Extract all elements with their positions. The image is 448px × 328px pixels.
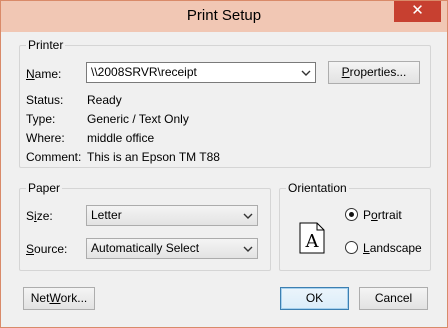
chevron-down-icon	[243, 246, 253, 252]
window-title: Print Setup	[186, 7, 262, 24]
source-label: Source:	[26, 242, 68, 256]
orientation-group-label: Orientation	[286, 181, 349, 195]
paper-size-combobox[interactable]: Letter	[86, 205, 258, 226]
paper-source-combobox[interactable]: Automatically Select	[86, 238, 258, 259]
properties-button[interactable]: Properties...	[328, 61, 420, 84]
close-button[interactable]: ✕	[394, 1, 441, 22]
close-icon: ✕	[411, 2, 424, 19]
size-label: Size:	[26, 209, 53, 223]
dialog-body: Printer Name: \\2008SRVR\receipt Propert…	[7, 32, 441, 321]
where-value: middle office	[87, 131, 155, 145]
chevron-down-icon	[243, 213, 253, 219]
type-value: Generic / Text Only	[87, 112, 189, 126]
printer-name-combobox[interactable]: \\2008SRVR\receipt	[86, 62, 316, 83]
status-value: Ready	[87, 93, 122, 107]
printer-group: Printer Name: \\2008SRVR\receipt Propert…	[19, 38, 431, 168]
comment-value: This is an Epson TM T88	[87, 150, 220, 164]
printer-name-value: \\2008SRVR\receipt	[91, 65, 197, 79]
printer-group-label: Printer	[26, 38, 66, 52]
page-portrait-icon: A	[299, 222, 325, 254]
preview-letter: A	[305, 231, 320, 252]
type-label: Type:	[26, 112, 56, 126]
paper-group: Paper Size: Letter Source: Automatically…	[19, 181, 271, 271]
name-label: Name:	[26, 67, 62, 81]
orientation-group: Orientation A Portrait Landscape	[279, 181, 431, 271]
status-label: Status:	[26, 93, 64, 107]
paper-group-label: Paper	[26, 181, 63, 195]
landscape-radio[interactable]	[345, 241, 358, 254]
title-bar[interactable]: Print Setup ✕	[1, 1, 447, 32]
print-setup-dialog: Print Setup ✕ Printer Name: \\2008SRVR\r…	[0, 0, 448, 328]
network-button[interactable]: NetWork...	[23, 287, 95, 310]
ok-button[interactable]: OK	[280, 287, 349, 310]
paper-size-value: Letter	[91, 208, 122, 222]
portrait-label[interactable]: Portrait	[363, 208, 402, 222]
paper-source-value: Automatically Select	[91, 241, 200, 255]
where-label: Where:	[26, 131, 65, 145]
landscape-label[interactable]: Landscape	[363, 241, 422, 255]
comment-label: Comment:	[26, 150, 82, 164]
chevron-down-icon	[301, 70, 311, 76]
portrait-radio[interactable]	[345, 208, 358, 221]
cancel-button[interactable]: Cancel	[359, 287, 428, 310]
